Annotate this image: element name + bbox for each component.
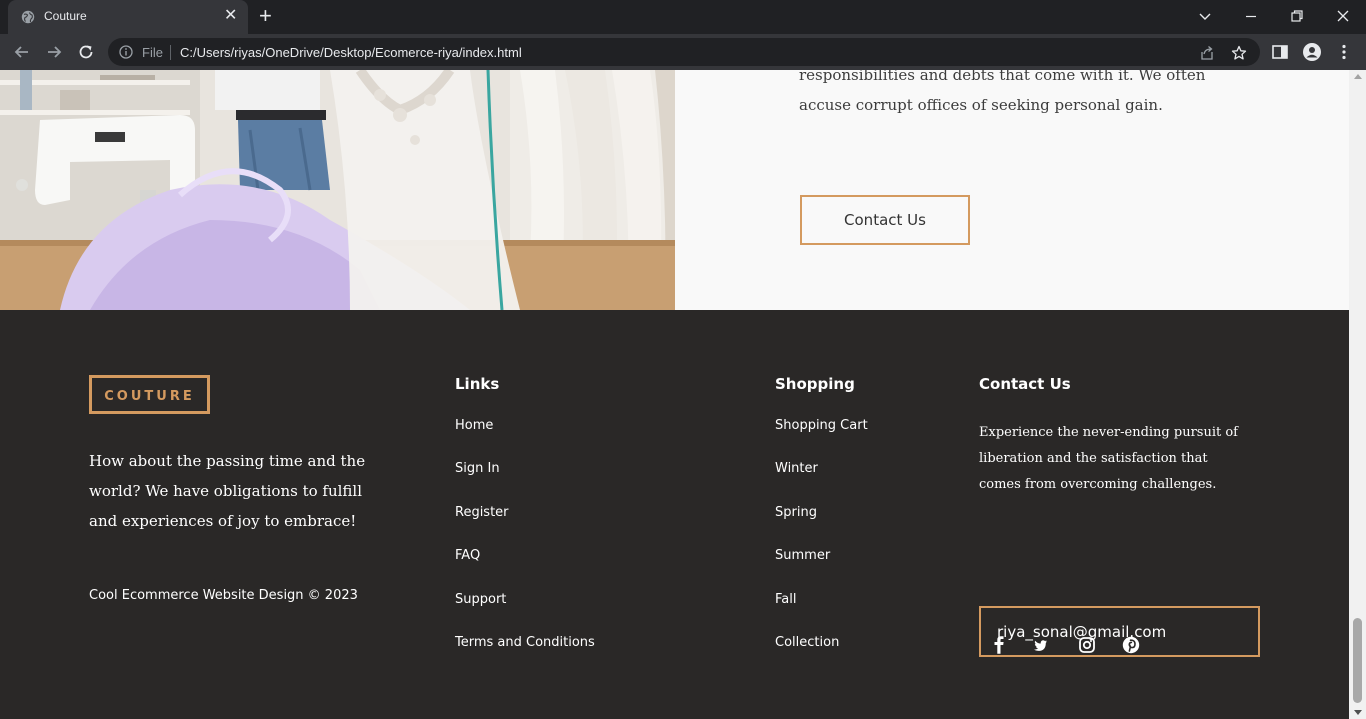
browser-tab[interactable]: Couture ✕ bbox=[8, 0, 248, 34]
tab-search-icon[interactable] bbox=[1194, 5, 1216, 27]
site-footer: COUTURE How about the passing time and t… bbox=[0, 310, 1349, 719]
back-button[interactable] bbox=[12, 42, 32, 62]
footer-link-shopping-cart[interactable]: Shopping Cart bbox=[775, 418, 868, 461]
about-text-panel: However, it is important to be mindful o… bbox=[675, 70, 1349, 310]
footer-link-collection[interactable]: Collection bbox=[775, 635, 868, 678]
footer-link-home[interactable]: Home bbox=[455, 418, 595, 461]
twitter-icon[interactable] bbox=[1031, 634, 1053, 656]
browser-toolbar: File C:/Users/riyas/OneDrive/Desktop/Eco… bbox=[0, 34, 1366, 70]
menu-kebab-icon[interactable] bbox=[1334, 42, 1354, 62]
profile-avatar-icon[interactable] bbox=[1302, 42, 1322, 62]
share-icon[interactable] bbox=[1199, 45, 1215, 61]
contact-description: Experience the never-ending pursuit of l… bbox=[979, 425, 1238, 492]
footer-link-summer[interactable]: Summer bbox=[775, 548, 868, 591]
logo-text: COUTURE bbox=[104, 388, 195, 404]
browser-tab-strip: Couture ✕ + bbox=[0, 0, 1366, 34]
reload-button[interactable] bbox=[76, 42, 96, 62]
side-panel-icon[interactable] bbox=[1270, 42, 1290, 62]
about-section: However, it is important to be mindful o… bbox=[0, 70, 1349, 310]
contact-column-title: Contact Us bbox=[979, 375, 1071, 393]
footer-link-spring[interactable]: Spring bbox=[775, 505, 868, 548]
footer-logo[interactable]: COUTURE bbox=[89, 375, 210, 414]
scroll-up-arrow-icon[interactable] bbox=[1354, 74, 1362, 79]
about-paragraph-text: However, it is important to be mindful o… bbox=[799, 70, 1206, 114]
url-scheme-label: File bbox=[142, 45, 163, 60]
pinterest-icon[interactable] bbox=[1120, 634, 1142, 656]
about-paragraph: However, it is important to be mindful o… bbox=[799, 70, 1239, 120]
bookmark-star-icon[interactable] bbox=[1231, 45, 1247, 61]
instagram-icon[interactable] bbox=[1076, 634, 1098, 656]
scroll-down-arrow-icon[interactable] bbox=[1354, 710, 1362, 715]
globe-icon bbox=[21, 10, 35, 24]
footer-link-terms[interactable]: Terms and Conditions bbox=[455, 635, 595, 678]
atelier-sewing-image bbox=[0, 70, 675, 310]
close-window-button[interactable] bbox=[1332, 5, 1354, 27]
footer-link-support[interactable]: Support bbox=[455, 592, 595, 635]
address-bar[interactable]: File C:/Users/riyas/OneDrive/Desktop/Eco… bbox=[108, 38, 1260, 66]
links-column-title: Links bbox=[455, 375, 500, 393]
contact-us-button[interactable]: Contact Us bbox=[800, 195, 970, 245]
info-icon[interactable] bbox=[119, 45, 133, 59]
footer-link-faq[interactable]: FAQ bbox=[455, 548, 595, 591]
shopping-column-title: Shopping bbox=[775, 375, 855, 393]
forward-button[interactable] bbox=[44, 42, 64, 62]
copyright-text: Cool Ecommerce Website Design © 2023 bbox=[89, 588, 358, 603]
url-text[interactable]: C:/Users/riyas/OneDrive/Desktop/Ecomerce… bbox=[180, 45, 522, 60]
minimize-button[interactable] bbox=[1240, 5, 1262, 27]
links-list: Home Sign In Register FAQ Support Terms … bbox=[455, 418, 595, 678]
restore-button[interactable] bbox=[1286, 5, 1308, 27]
footer-tagline: How about the passing time and the world… bbox=[89, 452, 366, 530]
omnibox-divider bbox=[170, 45, 171, 60]
footer-link-sign-in[interactable]: Sign In bbox=[455, 461, 595, 504]
shopping-list: Shopping Cart Winter Spring Summer Fall … bbox=[775, 418, 868, 678]
scrollbar-thumb[interactable] bbox=[1353, 618, 1362, 703]
page-viewport: However, it is important to be mindful o… bbox=[0, 70, 1349, 719]
tab-title: Couture bbox=[44, 9, 87, 23]
new-tab-button[interactable]: + bbox=[259, 5, 272, 27]
page-scrollbar[interactable] bbox=[1349, 70, 1366, 719]
footer-link-fall[interactable]: Fall bbox=[775, 592, 868, 635]
footer-link-register[interactable]: Register bbox=[455, 505, 595, 548]
tab-close-icon[interactable]: ✕ bbox=[224, 8, 237, 24]
facebook-icon[interactable] bbox=[988, 634, 1010, 656]
footer-link-winter[interactable]: Winter bbox=[775, 461, 868, 504]
